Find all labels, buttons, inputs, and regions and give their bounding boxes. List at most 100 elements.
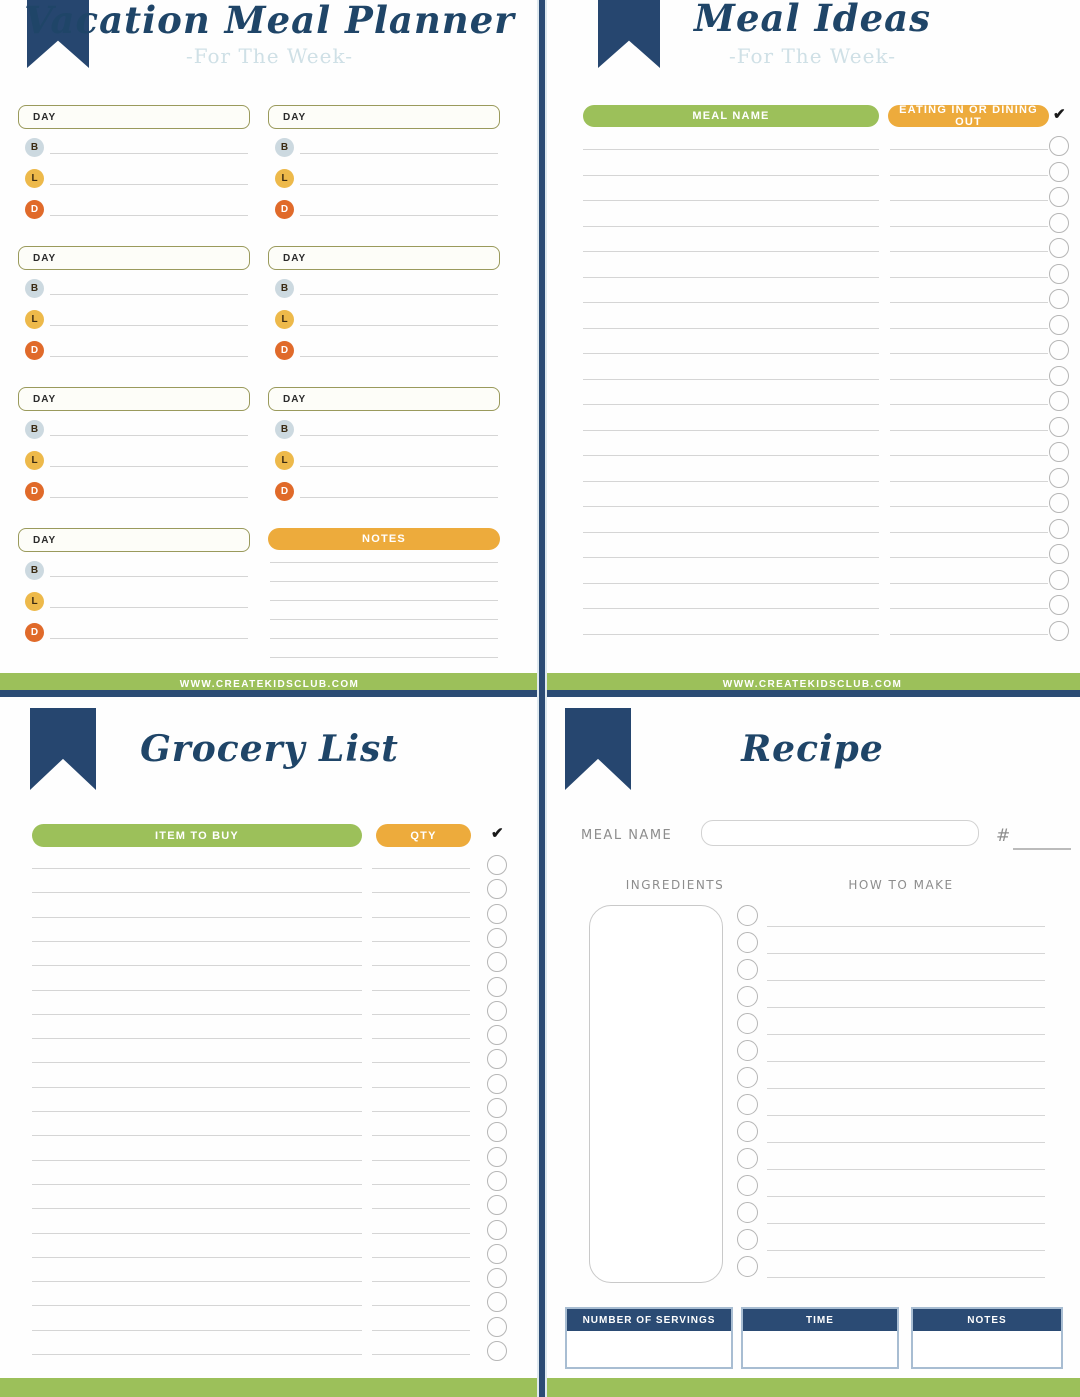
eating-option-line[interactable]	[890, 353, 1048, 354]
meal-entry-line[interactable]	[50, 466, 248, 467]
row-checkbox[interactable]	[487, 1146, 507, 1167]
notes-line[interactable]	[270, 619, 498, 620]
item-line[interactable]	[32, 1062, 362, 1064]
meal-name-line[interactable]	[583, 429, 879, 431]
eating-option-line[interactable]	[890, 531, 1048, 533]
qty-line[interactable]	[372, 1013, 470, 1015]
qty-line[interactable]	[372, 940, 470, 942]
item-line[interactable]	[32, 940, 362, 942]
step-line[interactable]	[767, 1277, 1045, 1278]
row-checkbox[interactable]	[1049, 136, 1069, 156]
step-line[interactable]	[767, 1250, 1045, 1251]
step-line[interactable]	[767, 1169, 1045, 1170]
meal-name-line[interactable]	[583, 302, 879, 303]
item-line[interactable]	[32, 1329, 362, 1331]
row-checkbox[interactable]	[487, 1195, 507, 1216]
day-field[interactable]: DAY	[18, 387, 250, 411]
item-line[interactable]	[32, 1281, 362, 1283]
recipe-box-notes[interactable]: NOTES	[911, 1307, 1063, 1369]
row-checkbox[interactable]	[1049, 493, 1069, 513]
item-line[interactable]	[32, 1232, 362, 1234]
meal-name-line[interactable]	[583, 225, 879, 227]
item-line[interactable]	[32, 1086, 362, 1088]
meal-name-line[interactable]	[583, 455, 879, 456]
item-line[interactable]	[32, 892, 362, 894]
meal-name-line[interactable]	[583, 582, 879, 584]
step-line[interactable]	[767, 1223, 1045, 1224]
meal-entry-line[interactable]	[50, 215, 248, 216]
eating-option-line[interactable]	[890, 557, 1048, 558]
row-checkbox[interactable]	[1049, 391, 1069, 411]
row-checkbox[interactable]	[1049, 467, 1069, 488]
meal-entry-line[interactable]	[300, 184, 498, 185]
qty-line[interactable]	[372, 989, 470, 991]
meal-name-line[interactable]	[583, 531, 879, 533]
step-line[interactable]	[767, 1034, 1045, 1035]
step-line[interactable]	[767, 926, 1045, 927]
item-line[interactable]	[32, 1013, 362, 1015]
row-checkbox[interactable]	[1049, 595, 1069, 615]
meal-entry-line[interactable]	[300, 466, 498, 467]
meal-name-line[interactable]	[583, 608, 879, 609]
meal-name-line[interactable]	[583, 557, 879, 558]
qty-line[interactable]	[372, 1086, 470, 1088]
item-line[interactable]	[32, 1183, 362, 1185]
meal-entry-line[interactable]	[50, 638, 248, 639]
step-bullet[interactable]	[737, 959, 758, 980]
row-checkbox[interactable]	[1049, 416, 1069, 437]
qty-line[interactable]	[372, 1281, 470, 1283]
step-bullet[interactable]	[737, 1121, 758, 1142]
row-checkbox[interactable]	[487, 1292, 507, 1313]
row-checkbox[interactable]	[1049, 620, 1069, 641]
meal-entry-line[interactable]	[50, 325, 248, 326]
meal-entry-line[interactable]	[50, 497, 248, 498]
step-line[interactable]	[767, 1115, 1045, 1116]
step-bullet[interactable]	[737, 1148, 758, 1169]
eating-option-line[interactable]	[890, 225, 1048, 227]
eating-option-line[interactable]	[890, 429, 1048, 431]
qty-line[interactable]	[372, 1208, 470, 1210]
step-bullet[interactable]	[737, 1094, 758, 1115]
meal-name-line[interactable]	[583, 480, 879, 482]
row-checkbox[interactable]	[487, 1316, 507, 1337]
row-checkbox[interactable]	[487, 1073, 507, 1094]
ingredients-box[interactable]	[589, 905, 723, 1283]
eating-option-line[interactable]	[890, 633, 1048, 635]
day-field[interactable]: DAY	[18, 246, 250, 270]
eating-option-line[interactable]	[890, 506, 1048, 507]
meal-entry-line[interactable]	[50, 435, 248, 436]
meal-entry-line[interactable]	[300, 294, 498, 295]
qty-line[interactable]	[372, 1256, 470, 1258]
item-line[interactable]	[32, 1256, 362, 1258]
meal-name-line[interactable]	[583, 633, 879, 635]
row-checkbox[interactable]	[487, 1000, 507, 1021]
row-checkbox[interactable]	[487, 1098, 507, 1118]
notes-line[interactable]	[270, 638, 498, 639]
row-checkbox[interactable]	[487, 952, 507, 973]
qty-line[interactable]	[372, 892, 470, 894]
meal-name-line[interactable]	[583, 327, 879, 329]
eating-option-line[interactable]	[890, 200, 1048, 201]
eating-option-line[interactable]	[890, 455, 1048, 456]
row-checkbox[interactable]	[1049, 518, 1069, 539]
step-bullet[interactable]	[737, 1202, 758, 1223]
recipe-box-time[interactable]: TIME	[741, 1307, 899, 1369]
meal-entry-line[interactable]	[50, 576, 248, 577]
row-checkbox[interactable]	[487, 1025, 507, 1046]
step-line[interactable]	[767, 1196, 1045, 1197]
day-field[interactable]: DAY	[18, 528, 250, 552]
item-line[interactable]	[32, 1305, 362, 1307]
qty-line[interactable]	[372, 1354, 470, 1355]
qty-line[interactable]	[372, 1329, 470, 1331]
item-line[interactable]	[32, 989, 362, 991]
meal-entry-line[interactable]	[50, 184, 248, 185]
row-checkbox[interactable]	[1049, 263, 1069, 284]
meal-entry-line[interactable]	[300, 215, 498, 216]
eating-option-line[interactable]	[890, 582, 1048, 584]
qty-line[interactable]	[372, 868, 470, 869]
row-checkbox[interactable]	[1049, 187, 1069, 207]
eating-option-line[interactable]	[890, 251, 1048, 252]
step-line[interactable]	[767, 1142, 1045, 1143]
meal-name-input[interactable]	[701, 820, 979, 846]
step-line[interactable]	[767, 953, 1045, 954]
